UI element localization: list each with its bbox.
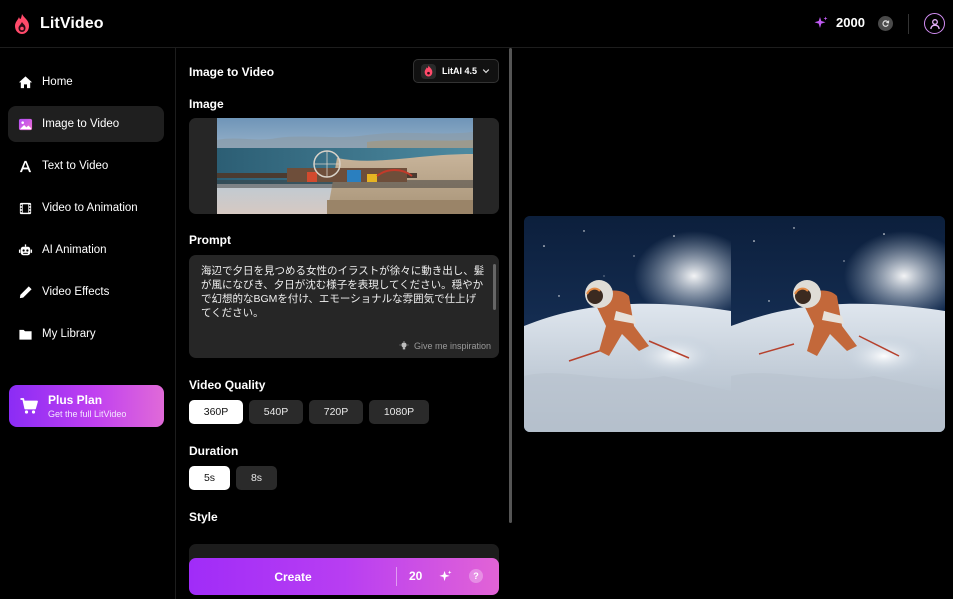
sidebar-item-label: Home [42,76,73,88]
sidebar-item-home[interactable]: Home [8,64,164,100]
folder-icon [17,326,33,342]
image-upload-area[interactable] [189,118,499,214]
prompt-textarea[interactable]: 海辺で夕日を見つめる女性のイラストが徐々に動き出し、髪が風になびき、夕日が沈む様… [189,255,499,358]
user-profile-button[interactable] [924,13,945,34]
user-icon [929,18,940,29]
sidebar-item-text-to-video[interactable]: Text to Video [8,148,164,184]
refresh-icon [882,20,890,27]
create-divider [396,567,397,586]
plus-plan-card[interactable]: Plus Plan Get the full LitVideo [9,385,164,427]
preview-frame-left [524,216,754,432]
prompt-text: 海辺で夕日を見つめる女性のイラストが徐々に動き出し、髪が風になびき、夕日が沈む様… [201,265,485,319]
model-name: LitAI 4.5 [442,66,478,76]
panel-scrollbar[interactable] [509,48,512,523]
pen-icon [17,284,33,300]
flame-logo-icon [15,14,29,34]
sidebar-item-image-to-video[interactable]: Image to Video [8,106,164,142]
robot-icon [17,242,33,258]
duration-option-8s[interactable]: 8s [236,466,277,490]
text-icon [17,158,33,174]
film-icon [17,200,33,216]
app-root: LitVideo 2000 Home Image to Video Text t… [0,0,953,599]
model-logo-icon [421,63,436,79]
create-button[interactable]: Create 20 ? [189,558,499,595]
logo[interactable]: LitVideo [12,13,104,35]
credits-value: 2000 [836,15,865,30]
refresh-credits-button[interactable] [878,16,893,31]
prompt-label: Prompt [189,233,231,247]
sidebar: Home Image to Video Text to Video Video … [0,48,176,599]
app-name: LitVideo [40,15,104,32]
create-cost: 20 [409,569,423,583]
quality-option-540p[interactable]: 540P [249,400,303,424]
video-quality-label: Video Quality [189,378,266,392]
duration-option-5s[interactable]: 5s [189,466,230,490]
sidebar-item-video-effects[interactable]: Video Effects [8,274,164,310]
sidebar-item-label: Image to Video [42,118,120,130]
inspiration-button[interactable]: Give me inspiration [399,341,491,351]
sidebar-item-label: Video Effects [42,286,110,298]
sidebar-item-my-library[interactable]: My Library [8,316,164,352]
cart-icon [20,398,38,414]
quality-option-720p[interactable]: 720P [309,400,363,424]
sparkle-icon [814,16,828,28]
sidebar-item-video-to-animation[interactable]: Video to Animation [8,190,164,226]
home-icon [17,74,33,90]
top-bar: LitVideo 2000 [0,0,953,48]
model-select[interactable]: LitAI 4.5 [413,59,499,83]
preview-frame-right [731,216,945,432]
astronaut-skier-preview [524,216,945,432]
sidebar-item-ai-animation[interactable]: AI Animation [8,232,164,268]
plan-subtitle: Get the full LitVideo [48,409,127,419]
plan-text: Plus Plan Get the full LitVideo [48,393,126,419]
inspiration-label: Give me inspiration [413,341,491,351]
lightbulb-icon [399,341,409,350]
sparkle-icon [439,570,452,582]
credits-display: 2000 [814,15,865,30]
create-label: Create [274,569,312,584]
chevron-down-icon [482,69,490,74]
sidebar-item-label: AI Animation [42,244,107,256]
settings-panel: Image to Video LitAI 4.5 Image Prompt 海辺… [176,48,512,599]
style-label: Style [189,510,218,524]
sidebar-item-label: Text to Video [42,160,109,172]
preview-image [524,216,945,432]
image-label: Image [189,97,224,111]
quality-option-1080p[interactable]: 1080P [369,400,429,424]
help-icon[interactable]: ? [469,569,483,583]
sidebar-item-label: Video to Animation [42,202,138,214]
uploaded-image [217,118,473,214]
plan-title: Plus Plan [48,393,103,407]
duration-label: Duration [189,444,239,458]
sidebar-item-label: My Library [42,328,96,340]
prompt-scrollbar[interactable] [493,264,496,310]
image-icon [17,116,33,132]
header-divider [908,14,909,34]
panel-title: Image to Video [189,65,275,79]
quality-option-360p[interactable]: 360P [189,400,243,424]
